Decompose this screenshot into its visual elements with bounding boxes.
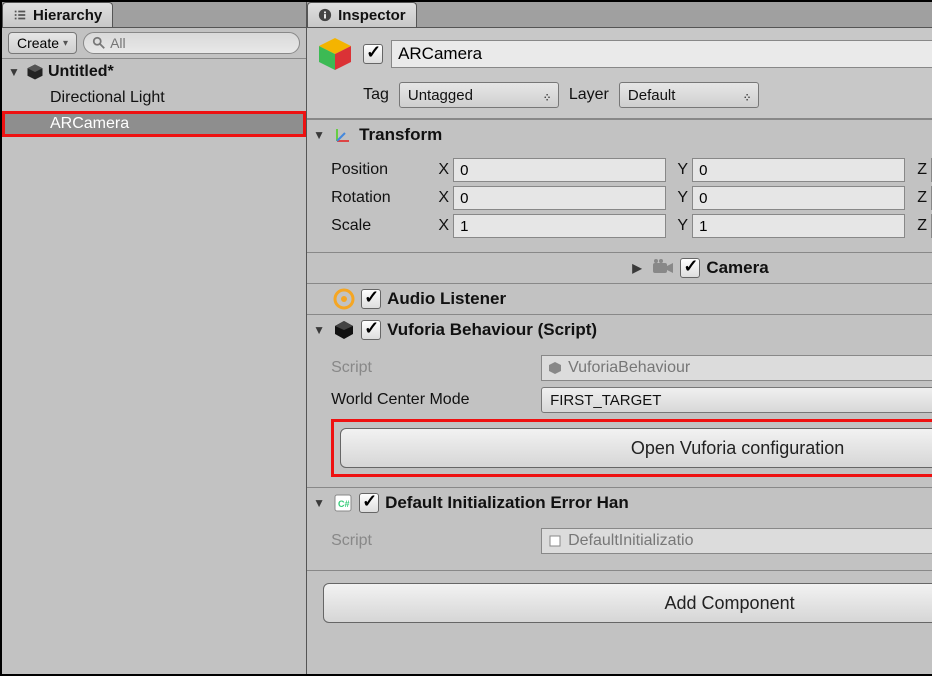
- foldout-icon[interactable]: [313, 128, 327, 142]
- script-ref-icon: [548, 361, 562, 375]
- scene-row[interactable]: Untitled*: [2, 59, 306, 85]
- tab-inspector[interactable]: Inspector: [307, 2, 417, 27]
- add-component-button[interactable]: Add Component: [323, 583, 932, 623]
- camera-enabled-checkbox[interactable]: [680, 258, 700, 278]
- foldout-icon[interactable]: [313, 323, 327, 337]
- component-vuforia-behaviour: Vuforia Behaviour (Script) ? ✿⁎ Script V…: [307, 314, 932, 487]
- csharp-script-icon: C#: [333, 493, 353, 513]
- hierarchy-item-arcamera[interactable]: ARCamera: [2, 111, 306, 137]
- hierarchy-tree: Untitled* Directional Light ARCamera: [2, 59, 306, 674]
- hierarchy-panel: Hierarchy Create Untitled* Directional L…: [2, 2, 307, 674]
- inspector-panel: Inspector Static ▼ Tag: [307, 2, 932, 674]
- foldout-icon[interactable]: [632, 261, 646, 275]
- foldout-icon[interactable]: [313, 496, 327, 510]
- component-camera: Camera ? ✿⁎: [307, 252, 932, 283]
- hierarchy-toolbar: Create: [2, 28, 306, 59]
- create-button[interactable]: Create: [8, 32, 77, 54]
- foldout-icon[interactable]: [8, 65, 22, 79]
- active-checkbox[interactable]: [363, 44, 383, 64]
- hierarchy-item-label: ARCamera: [50, 115, 129, 133]
- script-object-field[interactable]: VuforiaBehaviour: [541, 355, 932, 381]
- component-title: Audio Listener: [387, 289, 506, 309]
- layer-label: Layer: [569, 86, 609, 104]
- vuforia-enabled-checkbox[interactable]: [361, 320, 381, 340]
- search-icon: [92, 36, 106, 50]
- transform-rotation-row: Rotation X Y Z: [331, 186, 932, 210]
- position-x[interactable]: [453, 158, 666, 182]
- component-title: Camera: [706, 258, 768, 278]
- hierarchy-item-directional-light[interactable]: Directional Light: [2, 85, 306, 111]
- component-title: Vuforia Behaviour (Script): [387, 320, 597, 340]
- script-row: Script DefaultInitializatio: [331, 528, 932, 554]
- inspector-header: Static ▼ Tag Untagged Layer Default: [307, 28, 932, 119]
- transform-position-row: Position X Y Z: [331, 158, 932, 182]
- component-transform: Transform ? ✿⁎ Position X Y Z Rotation X…: [307, 119, 932, 252]
- component-title: Default Initialization Error Han: [385, 493, 629, 513]
- component-audio-listener: Audio Listener ? ✿⁎: [307, 283, 932, 314]
- default-init-enabled-checkbox[interactable]: [359, 493, 379, 513]
- svg-text:C#: C#: [338, 499, 350, 509]
- open-vuforia-highlight: Open Vuforia configuration: [331, 419, 932, 477]
- inspector-tabbar: Inspector: [307, 2, 932, 28]
- gameobject-icon: [315, 34, 355, 74]
- transform-icon: [333, 125, 353, 145]
- scene-name: Untitled*: [48, 63, 114, 81]
- tab-inspector-label: Inspector: [338, 7, 406, 24]
- hierarchy-item-label: Directional Light: [50, 89, 165, 107]
- scale-y[interactable]: [692, 214, 905, 238]
- world-center-mode-row: World Center Mode FIRST_TARGET: [331, 387, 932, 413]
- vuforia-icon: [333, 319, 355, 341]
- scale-x[interactable]: [453, 214, 666, 238]
- script-row: Script VuforiaBehaviour: [331, 355, 932, 381]
- audio-listener-icon: [333, 288, 355, 310]
- hierarchy-tabbar: Hierarchy: [2, 2, 306, 28]
- tag-label: Tag: [363, 86, 389, 104]
- rotation-y[interactable]: [692, 186, 905, 210]
- object-name-field[interactable]: [391, 40, 932, 68]
- audio-enabled-checkbox[interactable]: [361, 289, 381, 309]
- position-y[interactable]: [692, 158, 905, 182]
- unity-logo-icon: [26, 63, 44, 81]
- component-title: Transform: [359, 125, 442, 145]
- open-vuforia-config-button[interactable]: Open Vuforia configuration: [340, 428, 932, 468]
- search-field-wrap[interactable]: [83, 32, 300, 54]
- tab-hierarchy[interactable]: Hierarchy: [2, 2, 113, 27]
- info-icon: [318, 8, 332, 22]
- list-icon: [13, 8, 27, 22]
- search-input[interactable]: [110, 35, 291, 51]
- transform-scale-row: Scale X Y Z: [331, 214, 932, 238]
- create-label: Create: [17, 35, 59, 51]
- tag-dropdown[interactable]: Untagged: [399, 82, 559, 108]
- component-default-init-error-handler: C# Default Initialization Error Han ? ✿⁎…: [307, 487, 932, 570]
- script-ref-icon: [548, 534, 562, 548]
- camera-icon: [652, 259, 674, 277]
- tab-hierarchy-label: Hierarchy: [33, 7, 102, 24]
- script-object-field[interactable]: DefaultInitializatio: [541, 528, 932, 554]
- layer-dropdown[interactable]: Default: [619, 82, 759, 108]
- rotation-x[interactable]: [453, 186, 666, 210]
- add-component-region: Add Component: [307, 570, 932, 635]
- world-center-mode-dropdown[interactable]: FIRST_TARGET: [541, 387, 932, 413]
